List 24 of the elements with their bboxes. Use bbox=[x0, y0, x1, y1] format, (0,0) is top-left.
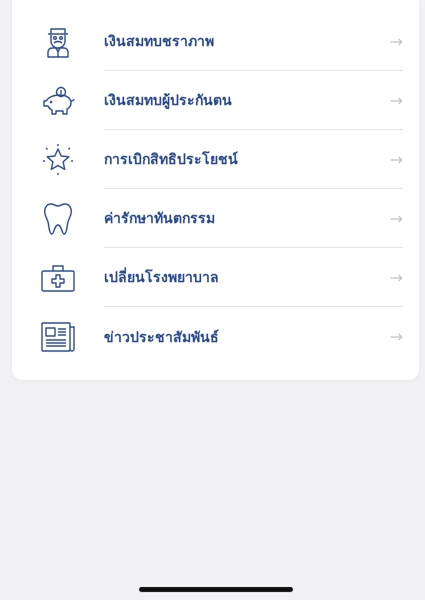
first-aid-kit-icon bbox=[41, 264, 75, 292]
piggy-bank-icon bbox=[41, 86, 75, 116]
star-icon bbox=[41, 142, 75, 176]
menu-item[interactable]: ข่าวประชาสัมพันธ์ → bbox=[12, 307, 419, 366]
menu-item[interactable]: การเบิกสิทธิประโยชน์ → bbox=[12, 130, 419, 189]
elder-icon bbox=[45, 26, 71, 58]
arrow-icon: → bbox=[390, 208, 403, 228]
newspaper-icon bbox=[41, 322, 75, 352]
arrow-icon: → bbox=[390, 32, 403, 50]
menu-item[interactable]: เงินสมทบชราภาพ → bbox=[12, 12, 419, 71]
menu-label: ค่ารักษาทันตกรรม bbox=[104, 210, 215, 229]
arrow-icon: → bbox=[390, 268, 403, 286]
menu-label: ข่าวประชาสัมพันธ์ bbox=[104, 328, 219, 348]
tooth-icon bbox=[43, 202, 73, 236]
menu-label: เงินสมทบชราภาพ bbox=[104, 33, 214, 52]
menu-label: เงินสมทบผู้ประกันตน bbox=[104, 92, 232, 111]
arrow-icon: → bbox=[390, 90, 403, 110]
arrow-icon: → bbox=[390, 150, 403, 168]
menu-label: เปลี่ยนโรงพยาบาล bbox=[104, 266, 219, 288]
menu-item[interactable]: ค่ารักษาทันตกรรม → bbox=[12, 189, 419, 248]
arrow-icon: → bbox=[390, 327, 403, 346]
menu-label: การเบิกสิทธิประโยชน์ bbox=[104, 150, 238, 170]
menu-item[interactable]: เงินสมทบผู้ประกันตน → bbox=[12, 71, 419, 130]
menu-item[interactable]: เปลี่ยนโรงพยาบาล → bbox=[12, 248, 419, 307]
